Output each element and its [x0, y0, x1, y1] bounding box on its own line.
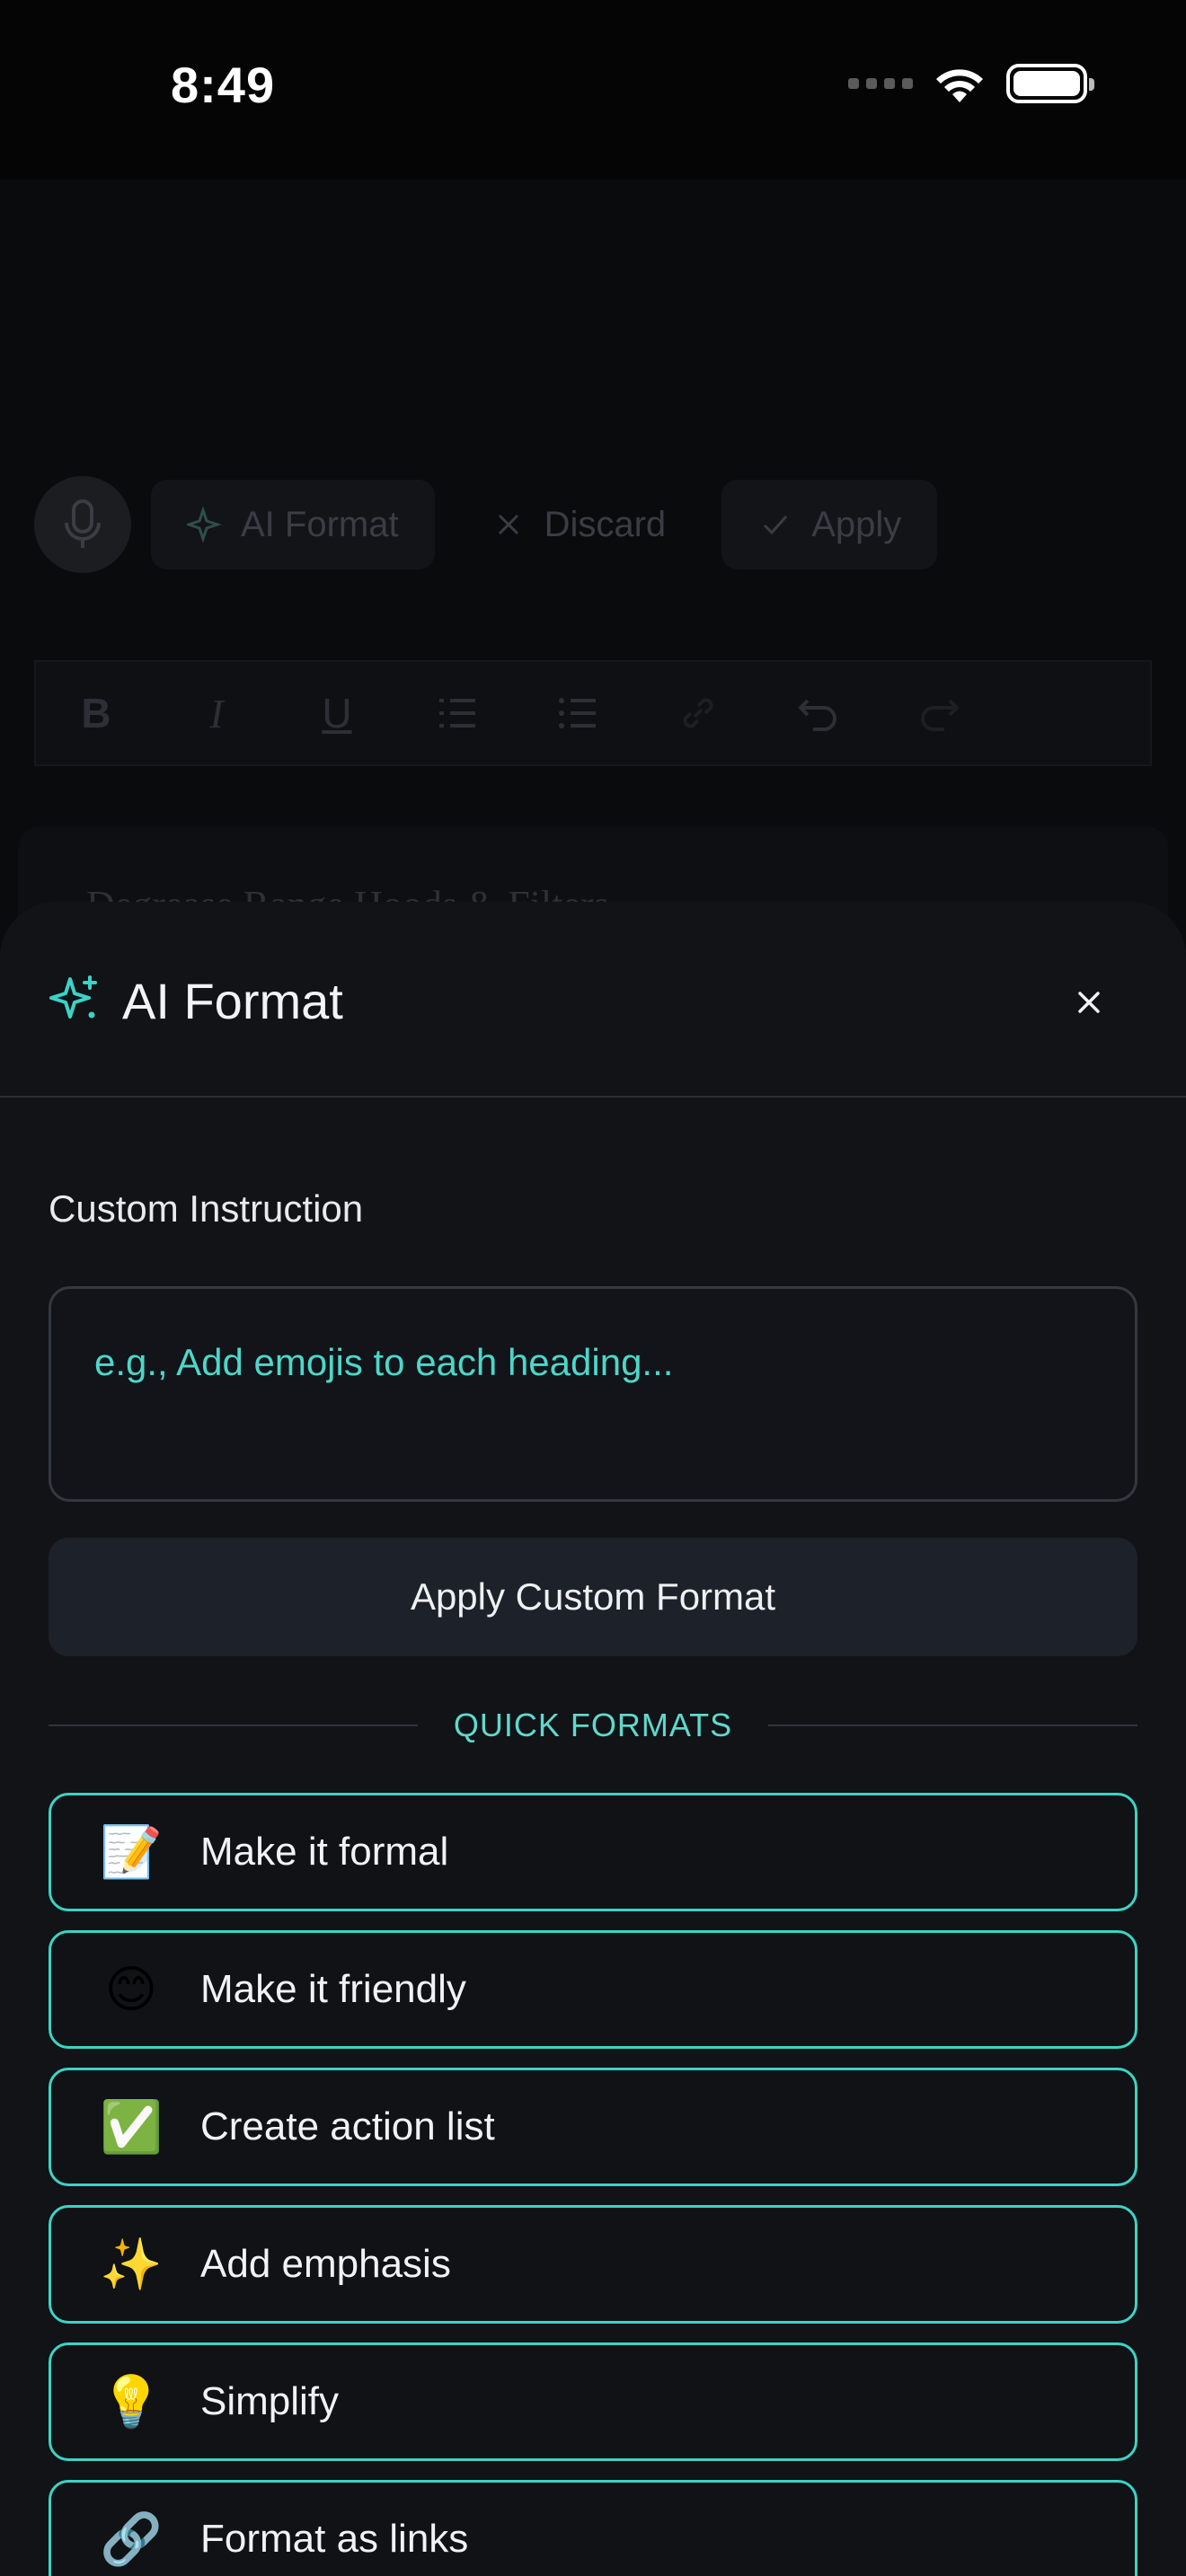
sheet-title: AI Format: [122, 973, 343, 1029]
quick-format-label: Make it friendly: [200, 1967, 466, 2011]
text-format-toolbar: B I U: [34, 660, 1152, 766]
link-icon[interactable]: [674, 689, 722, 737]
custom-instruction-label: Custom Instruction: [49, 1187, 364, 1230]
quick-formats-divider: QUICK FORMATS: [49, 1703, 1137, 1748]
underline-icon[interactable]: U: [313, 689, 361, 737]
bullet-list-icon[interactable]: [553, 689, 602, 737]
check-icon: [764, 516, 788, 535]
quick-format-make-formal[interactable]: 📝 Make it formal: [49, 1793, 1137, 1911]
quick-format-links[interactable]: 🔗 Format as links: [49, 2480, 1137, 2576]
quick-format-label: Create action list: [200, 2104, 495, 2148]
check-mark-icon: ✅: [100, 2098, 163, 2155]
cellular-signal-icon: [848, 78, 913, 89]
quick-format-add-emphasis[interactable]: ✨ Add emphasis: [49, 2205, 1137, 2324]
wifi-icon: [936, 69, 983, 102]
lightbulb-icon: 💡: [100, 2373, 163, 2430]
apply-label: Apply: [811, 504, 902, 544]
redo-icon[interactable]: [915, 689, 963, 737]
microphone-icon: [65, 499, 101, 548]
undo-icon[interactable]: [794, 689, 843, 737]
editor-toolbar: AI Format Discard Apply: [34, 476, 938, 573]
screen: 8:49 AI Format Discard Apply B I U AI Fo…: [0, 0, 1186, 2576]
quick-format-label: Make it formal: [200, 1830, 449, 1874]
custom-instruction-input[interactable]: [49, 1286, 1137, 1502]
status-time: 8:49: [171, 57, 276, 113]
status-icons: [848, 63, 1094, 104]
apply-custom-format-button[interactable]: Apply Custom Format: [49, 1538, 1137, 1656]
quick-formats-list: 📝 Make it formal 😊 Make it friendly ✅ Cr…: [49, 1793, 1137, 2576]
sheet-header: AI Format: [0, 902, 1186, 1098]
sparkle-icon: [187, 507, 222, 543]
close-icon: [498, 514, 518, 535]
numbered-list-icon[interactable]: [433, 689, 482, 737]
link-icon: 🔗: [100, 2510, 163, 2567]
quick-format-label: Format as links: [200, 2517, 469, 2561]
quick-format-simplify[interactable]: 💡 Simplify: [49, 2342, 1137, 2461]
quick-format-label: Add emphasis: [200, 2242, 451, 2286]
quick-format-action-list[interactable]: ✅ Create action list: [49, 2068, 1137, 2186]
sparkles-icon: ✨: [100, 2236, 163, 2292]
apply-custom-format-label: Apply Custom Format: [410, 1575, 776, 1618]
quick-format-make-friendly[interactable]: 😊 Make it friendly: [49, 1930, 1137, 2049]
discard-button[interactable]: Discard: [455, 480, 703, 569]
quick-formats-label: QUICK FORMATS: [453, 1707, 733, 1743]
close-icon: [1078, 992, 1100, 1013]
ai-format-button[interactable]: AI Format: [151, 480, 435, 569]
apply-button[interactable]: Apply: [721, 480, 938, 569]
bold-icon[interactable]: B: [72, 689, 120, 737]
discard-label: Discard: [544, 504, 667, 544]
memo-icon: 📝: [100, 1823, 163, 1880]
ai-format-sheet: AI Format Custom Instruction Apply Custo…: [0, 902, 1186, 2576]
smiley-icon: 😊: [104, 1961, 158, 2017]
ai-format-label: AI Format: [241, 504, 399, 544]
quick-format-label: Simplify: [200, 2379, 340, 2423]
battery-icon: [1006, 64, 1094, 103]
italic-icon[interactable]: I: [192, 689, 241, 737]
close-button[interactable]: [1066, 979, 1112, 1026]
microphone-button[interactable]: [34, 476, 131, 573]
status-bar: 8:49: [0, 0, 1186, 180]
sparkle-icon: [49, 975, 97, 1019]
